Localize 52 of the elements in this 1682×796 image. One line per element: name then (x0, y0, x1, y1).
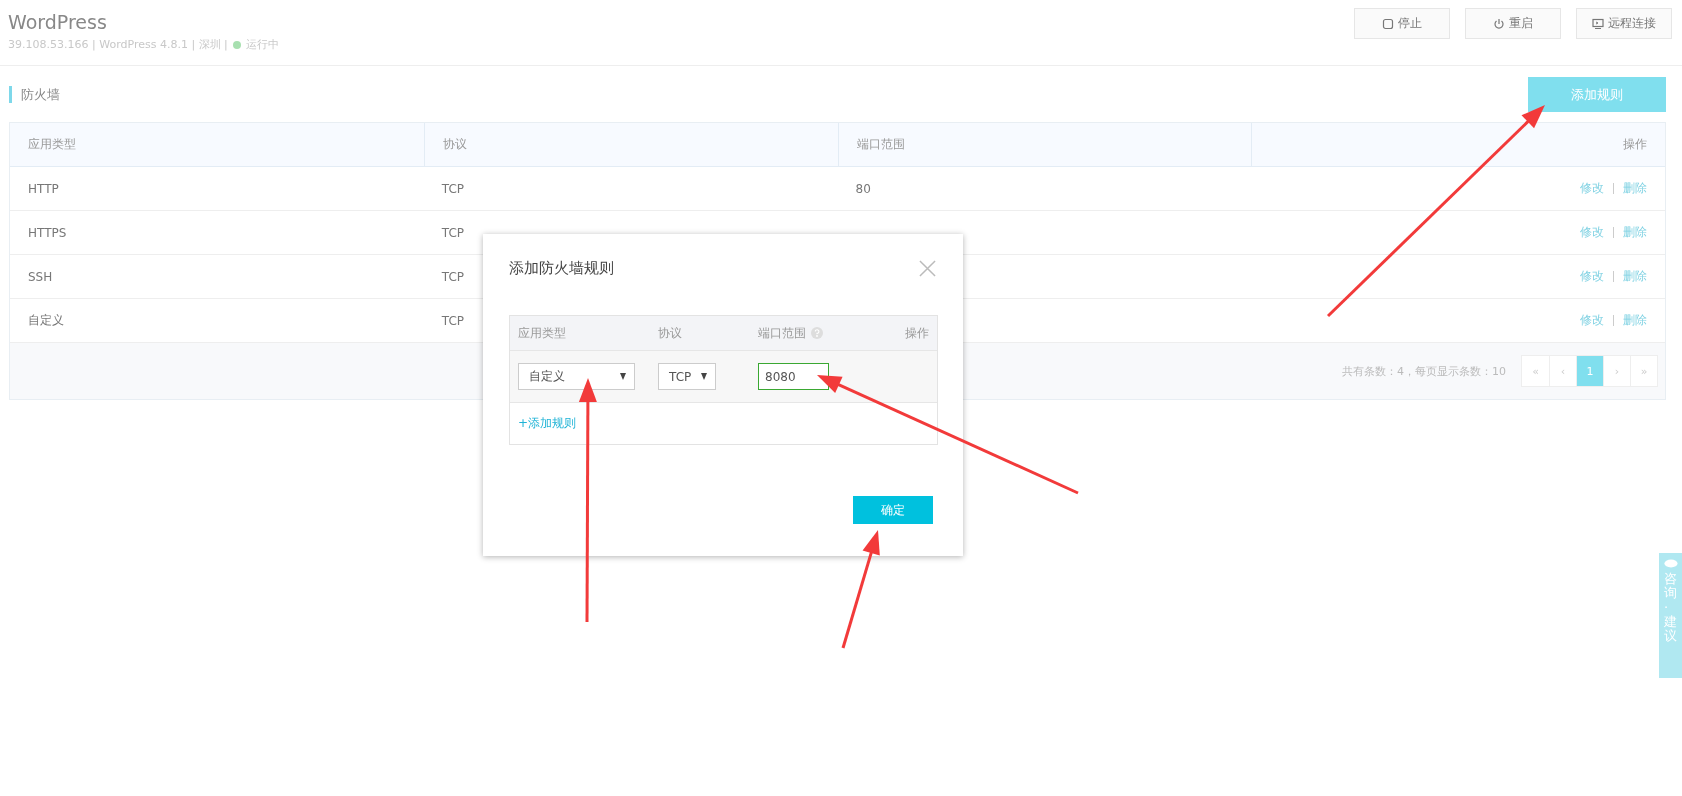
table-cell: TCP (441, 269, 464, 284)
column-header: 操作 (905, 325, 929, 340)
dialog-title: 添加防火墙规则 (509, 258, 614, 278)
column-header: 操作 (1623, 136, 1647, 153)
app-title: WordPress (8, 10, 108, 34)
action-link[interactable]: 删除 (1623, 268, 1647, 285)
table-cell: TCP (441, 313, 464, 328)
table-cell: 自定义 (28, 312, 64, 329)
close-icon[interactable] (919, 259, 936, 277)
add-rule-button[interactable]: 添加规则 (1528, 77, 1666, 112)
action-link[interactable]: 修改 (1580, 224, 1604, 241)
help-icon[interactable] (811, 327, 823, 339)
table-cell: TCP (441, 225, 464, 240)
action-link[interactable]: 修改 (1580, 312, 1604, 329)
caret-icon (620, 373, 626, 380)
page-button[interactable]: « (1522, 356, 1549, 386)
page-button[interactable]: › (1603, 356, 1630, 386)
feedback-tab[interactable]: 咨询·建议 (1659, 553, 1682, 678)
toolbar-button[interactable]: 停止 (1354, 8, 1450, 39)
table-cell: TCP (441, 181, 464, 196)
action-link[interactable]: 删除 (1623, 224, 1647, 241)
chat-icon (1663, 559, 1678, 568)
table-cell: 80 (855, 181, 871, 196)
toolbar-button[interactable]: 重启 (1465, 8, 1561, 39)
column-header: 端口范围 (856, 136, 905, 153)
status-dot (232, 40, 241, 49)
action-link[interactable]: 删除 (1623, 180, 1647, 197)
protocol-select[interactable]: TCP (658, 363, 716, 390)
type-select[interactable]: 自定义 (518, 363, 635, 390)
table-cell: HTTP (28, 181, 59, 196)
column-header: 协议 (658, 325, 682, 340)
column-header: 应用类型 (28, 136, 76, 153)
confirm-button[interactable]: 确定 (853, 496, 933, 524)
table-cell: HTTPS (28, 225, 67, 240)
action-link[interactable]: 修改 (1580, 180, 1604, 197)
column-header: 端口范围 (758, 324, 806, 342)
caret-icon (701, 373, 707, 380)
table-cell: SSH (28, 269, 53, 284)
action-link[interactable]: 修改 (1580, 268, 1604, 285)
page-button[interactable]: 1 (1576, 356, 1603, 386)
action-link[interactable]: 删除 (1623, 312, 1647, 329)
add-rule-link[interactable]: +添加规则 (518, 415, 577, 432)
power-icon (1493, 17, 1505, 30)
stop-icon (1382, 17, 1394, 30)
page-button[interactable]: ‹ (1549, 356, 1576, 386)
page-button[interactable]: » (1630, 356, 1657, 386)
column-header: 应用类型 (518, 325, 566, 340)
section-title: 防火墙 (9, 86, 60, 103)
column-header: 协议 (442, 136, 467, 153)
port-input[interactable]: 8080 (758, 363, 829, 390)
toolbar-button[interactable]: 远程连接 (1576, 8, 1672, 39)
monitor-icon (1592, 17, 1604, 30)
